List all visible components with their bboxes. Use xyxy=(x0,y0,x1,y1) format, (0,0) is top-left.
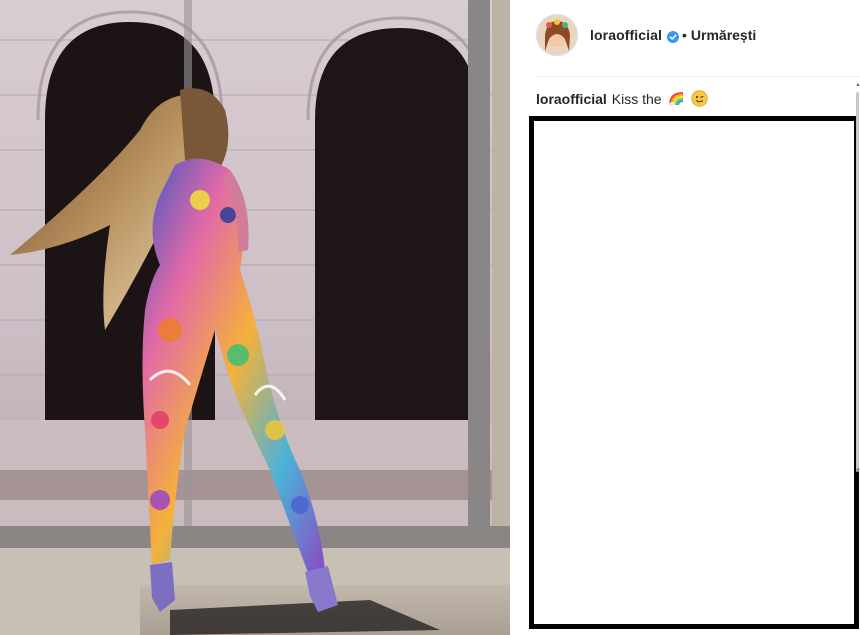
post-sidebar: loraofficial • Urmărești loraofficial Ki… xyxy=(510,0,860,635)
avatar[interactable] xyxy=(536,14,578,56)
header-separator: • xyxy=(682,27,687,43)
verified-icon xyxy=(667,30,679,43)
scrollbar-thumb[interactable] xyxy=(856,92,859,472)
scrollbar[interactable] xyxy=(855,82,860,482)
post-header: loraofficial • Urmărești xyxy=(536,13,756,57)
winking-face-emoji-icon xyxy=(690,90,708,107)
header-divider xyxy=(536,76,860,77)
following-button[interactable]: Urmărești xyxy=(691,27,756,43)
comments-frame xyxy=(529,116,859,629)
username-link[interactable]: loraofficial xyxy=(590,27,662,43)
caption-username-link[interactable]: loraofficial xyxy=(536,91,607,107)
caption-text: Kiss the xyxy=(611,90,662,107)
post-caption: loraofficial Kiss the xyxy=(536,90,708,107)
post-photo[interactable] xyxy=(0,0,510,635)
instagram-post-view: loraofficial • Urmărești loraofficial Ki… xyxy=(0,0,860,635)
rainbow-emoji-icon xyxy=(668,90,685,107)
scroll-down-arrow-icon[interactable]: ▼ xyxy=(855,468,860,474)
post-photo-image xyxy=(0,0,510,635)
avatar-image xyxy=(537,15,577,55)
